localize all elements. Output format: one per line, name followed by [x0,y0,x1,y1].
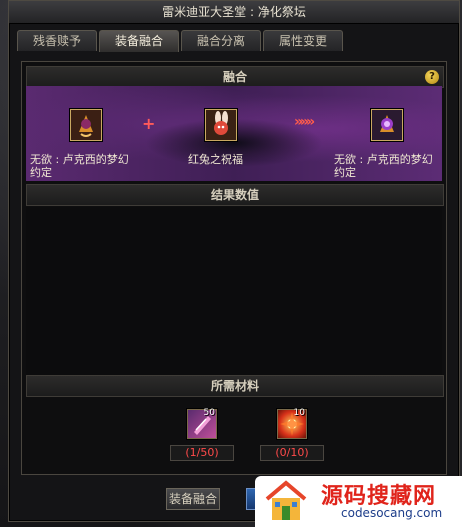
fusion-panel: 无欲 : 卢克西的梦幻约定 + 红兔之祝福 »»» 无欲: 卢克西的梦幻约定 [26,86,442,181]
fusion-item-3-label: 无欲 : 卢克西的梦幻约定 [334,153,433,179]
material-2-progress: (0/10) [260,445,324,461]
window-title: 雷米迪亚大圣堂 : 净化祭坛 [9,1,459,24]
watermark: 源码搜藏网 codesocang.com [255,476,462,527]
result-values-header: 结果数值 [26,184,444,206]
material-2-count: 10 [293,408,305,418]
fusion-item-1-label: 无欲 : 卢克西的梦幻约定 [30,153,129,179]
red-rabbit-item-icon[interactable] [205,109,237,141]
fusion-header: 融合 ? [26,66,444,88]
content-frame: 融合 ? 无欲 : 卢克西的梦幻约定 + 红兔之祝福 »»» 无欲: 卢克西的… [21,61,447,475]
cloak-item-icon[interactable] [70,109,102,141]
equipment-fusion-button[interactable]: 装备融合 [166,488,220,510]
tab-incense[interactable]: 残香赎予 [17,30,97,51]
fusion-item-2-label: 红兔之祝福 [188,153,243,166]
purification-altar-window: 雷米迪亚大圣堂 : 净化祭坛 残香赎予 装备融合 融合分离 属性变更 融合 ? … [8,0,460,522]
house-logo-icon [263,479,309,523]
watermark-url: codesocang.com [341,506,443,520]
material-1-count: 50 [203,408,215,418]
fusion-header-label: 融合 [222,70,247,84]
fusion-arrow-icon: »»» [294,114,315,130]
required-materials-header: 所需材料 [26,375,444,397]
tab-fusion-separation[interactable]: 融合分离 [181,30,261,51]
material-1-progress: (1/50) [170,445,234,461]
purple-shard-icon[interactable]: 50 [187,408,217,439]
result-values-area [26,207,442,385]
question-mark-icon[interactable]: ? [425,70,439,84]
purple-cloak-item-icon[interactable] [371,109,403,141]
plus-icon: + [142,114,156,133]
red-burst-icon[interactable]: 10 [277,408,307,439]
tab-attribute-change[interactable]: 属性变更 [263,30,343,51]
tab-equipment-fusion[interactable]: 装备融合 [99,30,179,52]
